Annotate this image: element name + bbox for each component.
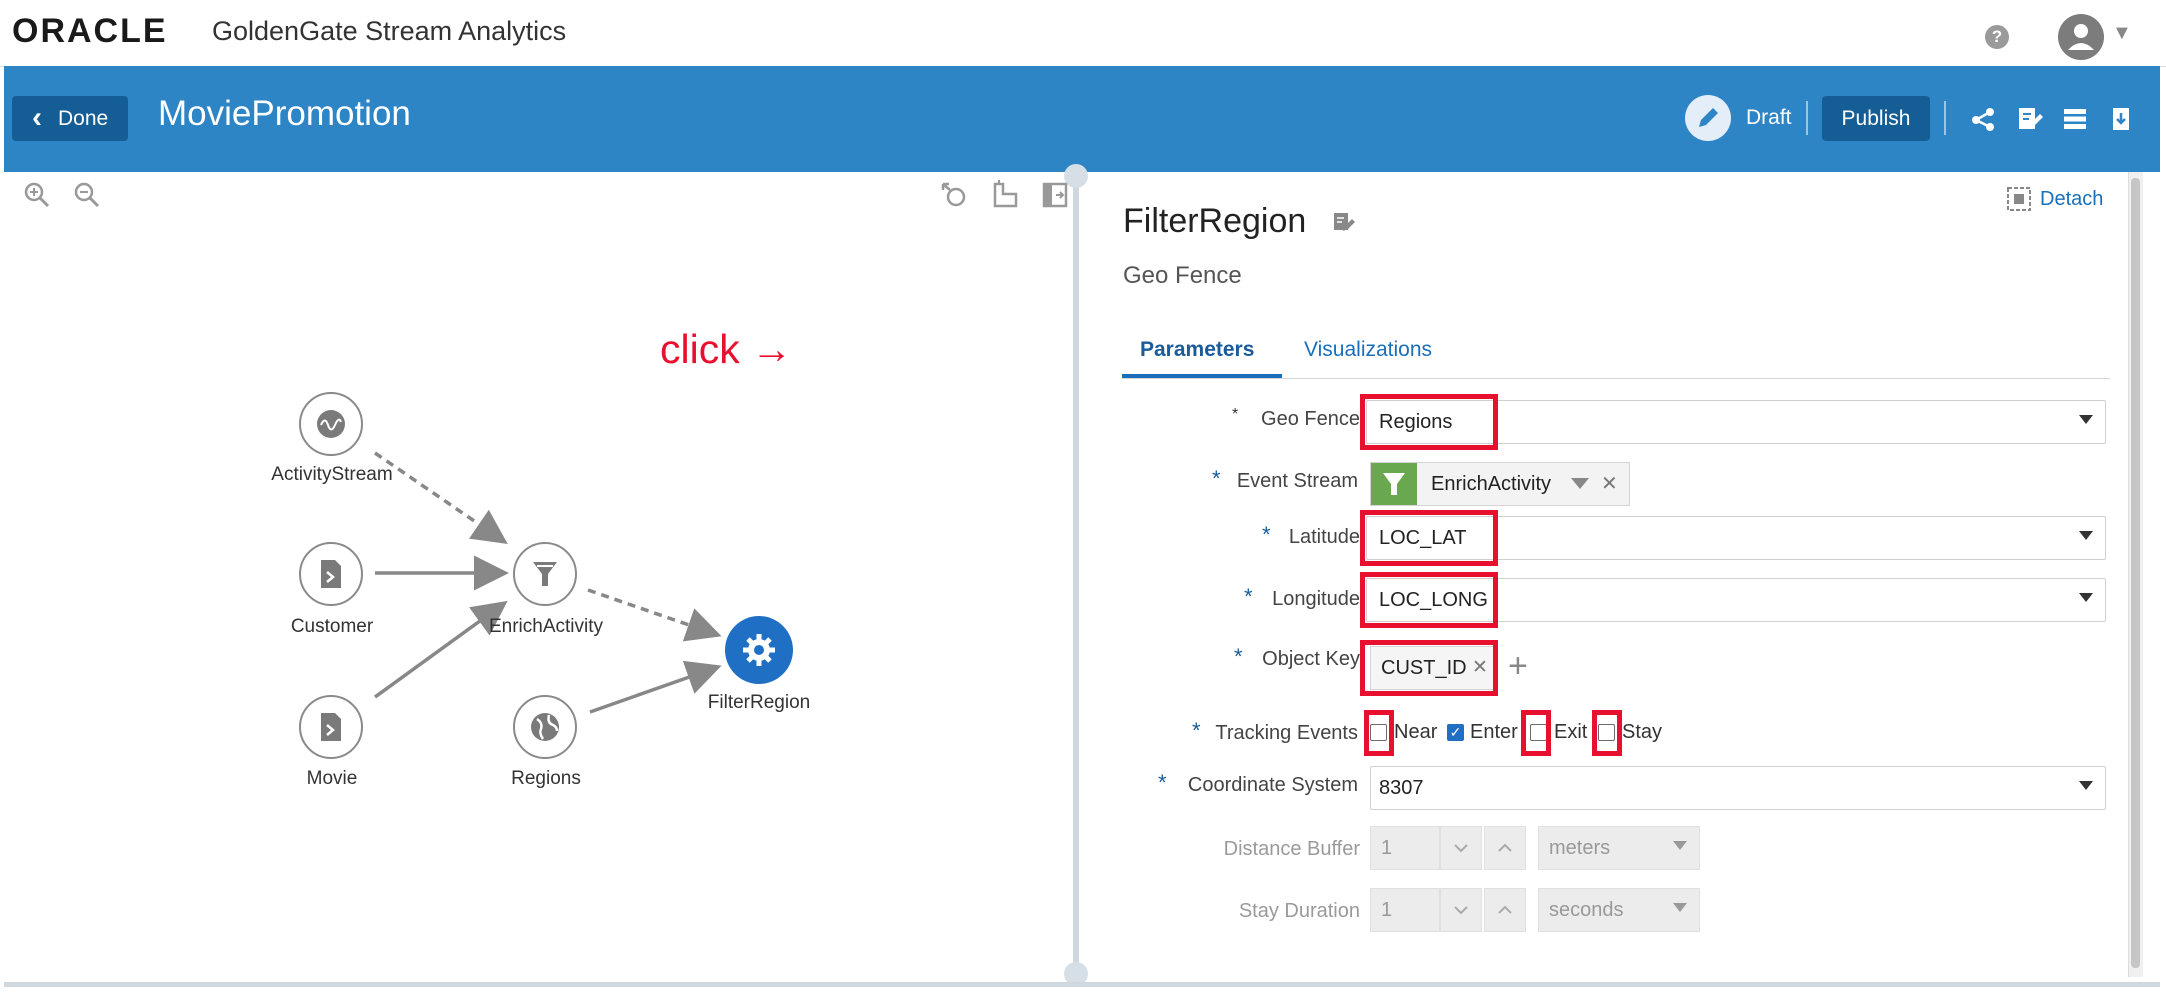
stay-label: Stay — [1622, 721, 1663, 743]
caret-down-icon[interactable] — [1571, 478, 1589, 489]
stream-icon — [317, 410, 345, 438]
user-avatar-icon[interactable] — [2058, 14, 2104, 60]
node-label-movie: Movie — [306, 768, 358, 789]
scrollbar-thumb[interactable] — [2131, 178, 2140, 968]
distance-buffer-input[interactable]: 1 — [1370, 826, 1440, 870]
toolbar-divider — [1806, 101, 1808, 135]
highlight-box — [1360, 394, 1498, 450]
layout-list-icon[interactable] — [2060, 104, 2090, 134]
caret-down-icon — [1673, 841, 1687, 850]
export-icon[interactable] — [2106, 104, 2136, 134]
filter-icon — [1371, 463, 1417, 505]
pipeline-edges — [373, 451, 722, 714]
node-activitystream[interactable] — [299, 392, 363, 456]
stay-duration-input[interactable]: 1 — [1370, 888, 1440, 932]
edit-sheet-icon[interactable] — [2014, 104, 2044, 134]
remove-icon[interactable]: ✕ — [1601, 471, 1618, 496]
node-label-customer: Customer — [290, 616, 374, 637]
increment-button[interactable] — [1484, 826, 1526, 870]
coordinate-system-value: 8307 — [1379, 777, 1424, 799]
chevron-down-icon — [1454, 906, 1468, 915]
chevron-down-icon — [1454, 844, 1468, 853]
duration-unit-value: seconds — [1549, 899, 1624, 921]
coordinate-system-label: Coordinate System — [1187, 774, 1358, 796]
gear-icon — [743, 634, 775, 666]
highlight-box — [1521, 710, 1551, 756]
tracking-events-label: Tracking Events — [1215, 722, 1358, 744]
caret-down-icon — [2079, 781, 2093, 790]
chevron-up-icon — [1498, 905, 1512, 914]
node-label-enrichactivity: EnrichActivity — [488, 616, 604, 637]
event-stream-label: Event Stream — [1236, 470, 1358, 492]
detach-link[interactable]: Detach — [2040, 188, 2103, 211]
highlight-box — [1360, 640, 1498, 696]
node-filterregion[interactable] — [725, 616, 793, 684]
distance-buffer-label: Distance Buffer — [1223, 838, 1360, 860]
distance-buffer-value: 1 — [1381, 837, 1393, 859]
stay-duration-value: 1 — [1381, 899, 1393, 921]
decrement-button[interactable] — [1440, 826, 1482, 870]
highlight-box — [1360, 572, 1498, 628]
caret-down-icon — [2079, 593, 2093, 602]
highlight-box — [1364, 710, 1394, 756]
caret-down-icon — [2079, 531, 2093, 540]
caret-down-icon — [2079, 415, 2093, 424]
tab-visualizations[interactable]: Visualizations — [1304, 338, 1432, 362]
distance-unit-select[interactable]: meters — [1538, 826, 1700, 870]
topology-icon[interactable] — [1968, 104, 1998, 134]
enter-checkbox[interactable]: ✓ — [1447, 724, 1464, 741]
globe-icon — [531, 713, 559, 741]
enter-label: Enter — [1470, 721, 1518, 743]
node-label-filterregion: FilterRegion — [707, 692, 811, 713]
stage-type: Geo Fence — [1123, 262, 1242, 289]
draft-status: Draft — [1746, 106, 1792, 129]
node-label-regions: Regions — [511, 768, 581, 789]
bottom-border — [4, 982, 2160, 987]
coordinate-system-select[interactable]: 8307 — [1370, 766, 2106, 810]
pencil-icon[interactable] — [1685, 95, 1731, 141]
event-stream-value: EnrichActivity — [1431, 473, 1552, 495]
node-enrichactivity[interactable] — [513, 542, 577, 606]
click-annotation: click → — [660, 326, 793, 372]
filter-icon — [533, 562, 557, 586]
highlight-box — [1360, 510, 1498, 566]
toolbar-divider — [1944, 101, 1946, 135]
near-label: Near — [1394, 721, 1438, 743]
node-customer[interactable] — [299, 542, 363, 606]
highlight-box — [1592, 710, 1622, 756]
help-icon[interactable]: ? — [1985, 25, 2009, 49]
node-movie[interactable] — [299, 695, 363, 759]
add-icon[interactable]: + — [1508, 647, 1528, 686]
latitude-label: Latitude — [1288, 526, 1360, 548]
exit-label: Exit — [1554, 721, 1588, 743]
distance-unit-value: meters — [1549, 837, 1611, 859]
event-stream-chip[interactable]: EnrichActivity ✕ — [1370, 462, 1630, 506]
duration-unit-select[interactable]: seconds — [1538, 888, 1700, 932]
increment-button[interactable] — [1484, 888, 1526, 932]
stage-title: FilterRegion — [1123, 202, 1307, 240]
reference-file-icon — [321, 560, 341, 588]
tab-parameters[interactable]: Parameters — [1140, 338, 1254, 362]
tabs-divider — [1122, 378, 2110, 379]
object-key-label: Object Key — [1262, 648, 1360, 670]
caret-down-icon[interactable]: ▼ — [2112, 22, 2132, 45]
edit-icon[interactable] — [1332, 210, 1356, 239]
geo-fence-label: Geo Fence — [1261, 408, 1360, 430]
longitude-label: Longitude — [1272, 588, 1360, 610]
node-regions[interactable] — [513, 695, 577, 759]
reference-file-icon — [321, 713, 341, 741]
publish-button[interactable]: Publish — [1822, 96, 1930, 141]
caret-down-icon — [1673, 903, 1687, 912]
chevron-up-icon — [1498, 843, 1512, 852]
detach-icon[interactable] — [2006, 186, 2032, 217]
stay-duration-label: Stay Duration — [1238, 900, 1360, 922]
decrement-button[interactable] — [1440, 888, 1482, 932]
node-label-activitystream: ActivityStream — [271, 464, 393, 485]
